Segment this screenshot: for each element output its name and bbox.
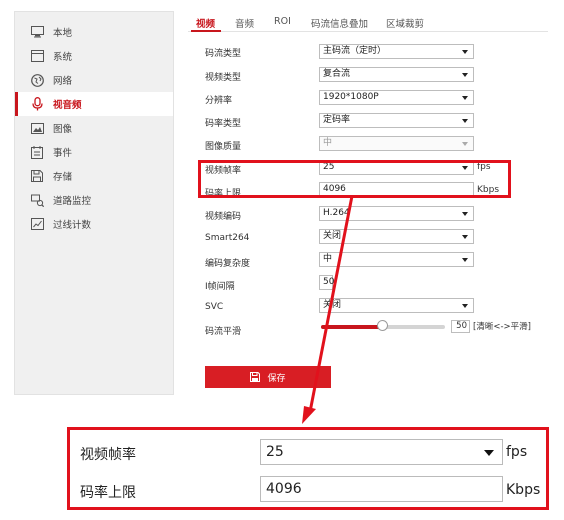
sidebar: 本地 系统 网络 视音频 图像 事件 存储 道路监控 过线计数 (14, 11, 174, 395)
tab-stream-info-overlay[interactable]: 码流信息叠加 (311, 16, 368, 30)
calendar-list-icon (30, 145, 44, 159)
tab-roi[interactable]: ROI (274, 16, 291, 27)
encoding-complexity-select[interactable]: 中 (319, 252, 474, 267)
sidebar-item-label: 事件 (53, 148, 73, 159)
video-type-label: 视频类型 (205, 73, 242, 83)
sidebar-item-local[interactable]: 本地 (15, 20, 173, 44)
stream-smoothing-hint: [清晰<->平滑] (473, 322, 531, 332)
image-quality-select: 中 (319, 136, 474, 151)
highlight-box (198, 160, 511, 198)
zoom-bitrate-input[interactable]: 4096 (260, 476, 503, 502)
sidebar-item-label: 本地 (53, 28, 73, 39)
tab-audio[interactable]: 音频 (235, 16, 254, 30)
i-frame-interval-label: I帧间隔 (205, 282, 235, 292)
bitrate-type-select[interactable]: 定码率 (319, 113, 474, 128)
sidebar-item-label: 图像 (53, 124, 73, 135)
stream-type-select[interactable]: 主码流（定时） (319, 44, 474, 59)
sidebar-item-line-count[interactable]: 过线计数 (15, 212, 173, 236)
video-encoding-select[interactable]: H.264 (319, 206, 474, 221)
sidebar-item-label: 系统 (53, 52, 73, 63)
tab-video[interactable]: 视频 (196, 16, 215, 30)
sidebar-item-label: 视音频 (53, 100, 82, 111)
encoding-complexity-label: 编码复杂度 (205, 259, 251, 269)
video-type-select[interactable]: 复合流 (319, 67, 474, 82)
stream-smoothing-fill (321, 325, 383, 329)
system-window-icon (30, 49, 44, 63)
save-button[interactable]: 保存 (205, 366, 331, 388)
storage-disk-icon (30, 169, 44, 183)
resolution-label: 分辨率 (205, 96, 233, 106)
image-icon (30, 121, 44, 135)
stream-smoothing-label: 码流平滑 (205, 327, 242, 337)
line-count-icon (30, 217, 44, 231)
save-label: 保存 (267, 373, 286, 384)
svc-label: SVC (205, 302, 224, 312)
zoom-bitrate-unit: Kbps (506, 482, 541, 498)
stream-smoothing-value[interactable]: 50 (451, 320, 470, 333)
monitor-icon (30, 25, 44, 39)
microphone-icon (30, 97, 44, 111)
bitrate-type-label: 码率类型 (205, 119, 242, 129)
sidebar-item-network[interactable]: 网络 (15, 68, 173, 92)
sidebar-item-event[interactable]: 事件 (15, 140, 173, 164)
sidebar-item-label: 道路监控 (53, 196, 92, 207)
sidebar-item-label: 网络 (53, 76, 73, 87)
i-frame-interval-input[interactable]: 50 (319, 275, 334, 290)
video-encoding-label: 视频编码 (205, 212, 242, 222)
resolution-select[interactable]: 1920*1080P (319, 90, 474, 105)
zoom-callout-panel: 视频帧率 25 fps 码率上限 4096 Kbps (67, 427, 549, 510)
zoom-frame-rate-label: 视频帧率 (80, 447, 136, 463)
zoom-frame-rate-select[interactable]: 25 (260, 439, 503, 465)
active-tab-underline (191, 30, 221, 32)
sidebar-item-road-monitor[interactable]: 道路监控 (15, 188, 173, 212)
sidebar-item-image[interactable]: 图像 (15, 116, 173, 140)
tab-region-crop[interactable]: 区域裁剪 (386, 16, 424, 30)
sidebar-item-system[interactable]: 系统 (15, 44, 173, 68)
road-monitor-icon (30, 193, 44, 207)
sidebar-item-video-audio[interactable]: 视音频 (15, 92, 173, 116)
floppy-disk-icon (250, 372, 261, 382)
sidebar-item-storage[interactable]: 存储 (15, 164, 173, 188)
stream-type-label: 码流类型 (205, 49, 242, 59)
svc-select[interactable]: 关闭 (319, 298, 474, 313)
sidebar-item-label: 过线计数 (53, 220, 92, 231)
globe-icon (30, 73, 44, 87)
sidebar-item-label: 存储 (53, 172, 73, 183)
smart264-label: Smart264 (205, 233, 250, 243)
zoom-frame-rate-unit: fps (506, 444, 528, 460)
image-quality-label: 图像质量 (205, 142, 242, 152)
smart264-select[interactable]: 关闭 (319, 229, 474, 244)
stream-smoothing-handle[interactable] (377, 320, 388, 331)
zoom-bitrate-label: 码率上限 (80, 485, 136, 501)
